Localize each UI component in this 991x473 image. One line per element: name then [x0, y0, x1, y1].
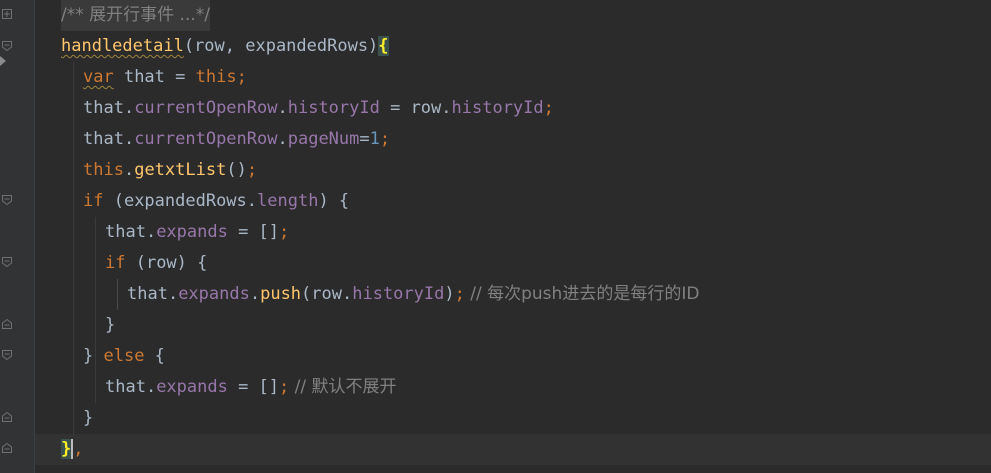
property: length — [257, 191, 319, 211]
semicolon: ; — [279, 377, 290, 397]
keyword-this: this — [195, 67, 237, 87]
code-line-7[interactable]: if (expandedRows.length) { — [35, 186, 991, 217]
code-text: that. — [105, 222, 157, 242]
property: expands — [156, 222, 228, 242]
code-area[interactable]: /** 展开行事件 ...*/ handledetail(row, expand… — [35, 0, 991, 473]
property: historyId — [352, 284, 445, 304]
breakpoint-arrow-icon — [0, 56, 6, 66]
property: historyId — [287, 98, 380, 118]
fold-end-icon[interactable] — [2, 319, 12, 329]
property: historyId — [451, 98, 544, 118]
code-text: = — [359, 129, 370, 149]
code-text: { — [144, 346, 165, 366]
code-text: (expandedRows. — [103, 191, 258, 211]
code-line-10[interactable]: that.expands.push(row.historyId); // 每次p… — [35, 279, 991, 310]
code-line-2[interactable]: handledetail(row, expandedRows){ — [35, 31, 991, 62]
code-text: that. — [105, 377, 157, 397]
keyword-if: if — [105, 253, 126, 273]
code-line-8[interactable]: that.expands = []; — [35, 217, 991, 248]
code-line-4[interactable]: that.currentOpenRow.historyId = row.hist… — [35, 93, 991, 124]
property: expands — [178, 284, 250, 304]
fold-collapse-icon[interactable] — [2, 350, 12, 360]
keyword-if: if — [83, 191, 104, 211]
code-line-12[interactable]: } else { — [35, 341, 991, 372]
closing-brace: } — [105, 315, 116, 335]
code-text: (row) { — [125, 253, 208, 273]
keyword-this: this — [83, 160, 124, 180]
closing-brace: } — [83, 346, 104, 366]
line-comment: // 默认不展开 — [289, 377, 397, 397]
semicolon: ; — [543, 98, 554, 118]
method-call: push — [260, 284, 302, 304]
code-line-5[interactable]: that.currentOpenRow.pageNum=1; — [35, 124, 991, 155]
code-text: that. — [83, 129, 135, 149]
semicolon: ; — [454, 284, 465, 304]
code-text: . — [277, 98, 288, 118]
code-line-11[interactable]: } — [35, 310, 991, 341]
fold-collapse-icon[interactable] — [2, 195, 12, 205]
code-text: (row. — [301, 284, 353, 304]
property: currentOpenRow — [134, 129, 278, 149]
number-literal: 1 — [369, 129, 380, 149]
code-line-3[interactable]: var that = this; — [35, 62, 991, 93]
matched-brace: } — [61, 439, 72, 459]
comma: , — [73, 439, 84, 459]
code-text: . — [249, 284, 261, 304]
semicolon: ; — [246, 160, 258, 180]
function-params: (row, expandedRows) — [183, 36, 379, 56]
code-line-13[interactable]: that.expands = []; // 默认不展开 — [35, 372, 991, 403]
editor-gutter — [0, 0, 35, 473]
fold-end-icon[interactable] — [2, 412, 12, 422]
folded-doc-comment[interactable]: /** 展开行事件 ...*/ — [61, 5, 210, 25]
method-call: getxtList — [134, 160, 227, 180]
code-text: ) { — [318, 191, 350, 211]
matched-brace: { — [378, 36, 389, 56]
code-text: = [] — [227, 377, 280, 397]
code-text: that. — [83, 98, 135, 118]
fold-collapse-icon[interactable] — [2, 41, 12, 51]
property: currentOpenRow — [134, 98, 278, 118]
fold-expand-icon[interactable] — [2, 9, 12, 19]
code-text: that. — [127, 284, 179, 304]
closing-brace: } — [83, 408, 94, 428]
function-name: handledetail — [61, 36, 184, 56]
code-text: . — [123, 160, 135, 180]
code-text: = [] — [227, 222, 280, 242]
code-line-14[interactable]: } — [35, 403, 991, 434]
code-editor[interactable]: /** 展开行事件 ...*/ handledetail(row, expand… — [0, 0, 991, 473]
line-comment: // 每次push进去的是每行的ID — [464, 284, 700, 304]
code-text: () — [226, 160, 247, 180]
code-line-9[interactable]: if (row) { — [35, 248, 991, 279]
property: expands — [156, 377, 228, 397]
code-text: that = — [113, 67, 196, 87]
property: pageNum — [287, 129, 360, 149]
code-line-1[interactable]: /** 展开行事件 ...*/ — [35, 0, 991, 31]
semicolon: ; — [279, 222, 290, 242]
semicolon: ; — [379, 129, 391, 149]
keyword-var: var — [83, 67, 114, 87]
code-text: = row. — [379, 98, 452, 118]
code-text: ) — [444, 284, 455, 304]
fold-end-icon[interactable] — [2, 443, 12, 453]
semicolon: ; — [236, 67, 247, 87]
code-text: . — [277, 129, 288, 149]
fold-collapse-icon[interactable] — [2, 257, 12, 267]
code-line-6[interactable]: this.getxtList(); — [35, 155, 991, 186]
keyword-else: else — [103, 346, 145, 366]
code-line-15-current[interactable]: }, — [35, 434, 991, 465]
